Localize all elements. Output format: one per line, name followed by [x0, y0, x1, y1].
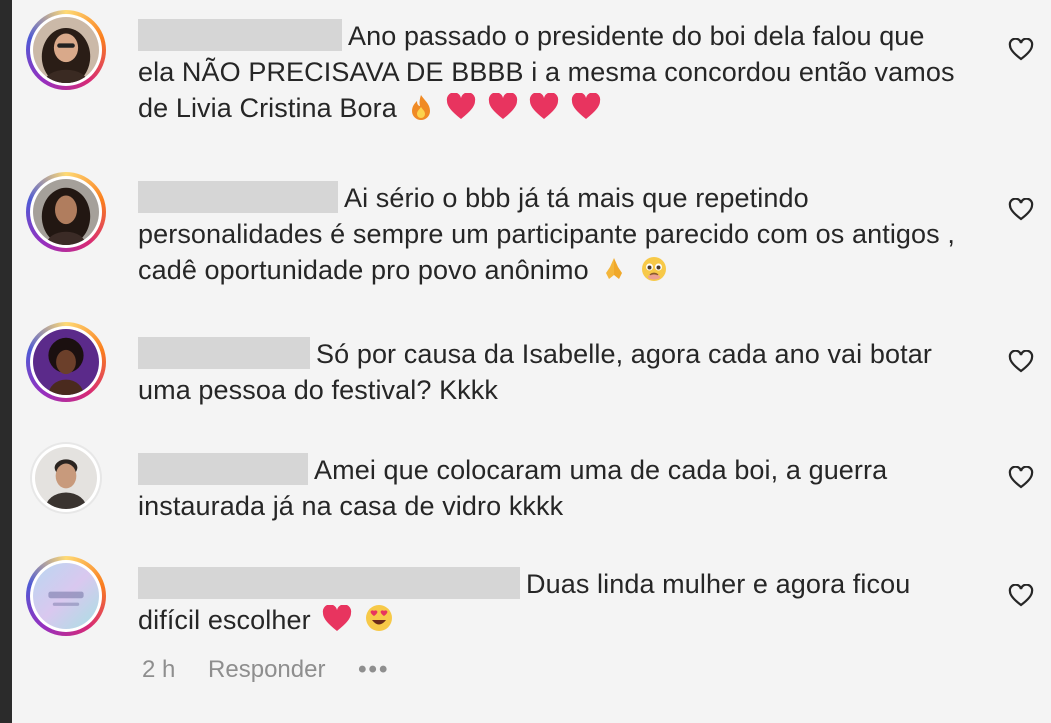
redacted-username[interactable]	[138, 453, 308, 485]
praying-hands-icon	[600, 255, 628, 283]
heart-icon	[529, 93, 559, 121]
reply-button[interactable]: Responder	[208, 656, 325, 684]
avatar[interactable]	[26, 322, 106, 402]
like-heart-icon[interactable]	[1008, 38, 1034, 62]
heart-eyes-icon	[364, 603, 394, 633]
avatar-photo-icon	[33, 17, 99, 83]
avatar[interactable]	[26, 172, 106, 252]
heart-icon	[446, 93, 476, 121]
avatar-photo-icon	[33, 563, 99, 629]
avatar[interactable]	[30, 442, 102, 514]
heart-icon	[571, 93, 601, 121]
like-heart-icon[interactable]	[1008, 584, 1034, 608]
redacted-username[interactable]	[138, 567, 520, 599]
redacted-username[interactable]	[138, 19, 342, 51]
redacted-username[interactable]	[138, 337, 310, 369]
more-options-icon[interactable]: •••	[358, 656, 389, 684]
avatar-photo-icon	[35, 447, 97, 509]
timestamp: 2 h	[142, 656, 176, 683]
avatar-photo-icon	[33, 179, 99, 245]
like-heart-icon[interactable]	[1008, 198, 1034, 222]
pleading-face-icon	[640, 255, 668, 283]
avatar-photo-icon	[33, 329, 99, 395]
window-edge	[0, 0, 12, 723]
fire-icon	[408, 93, 434, 121]
avatar[interactable]	[26, 556, 106, 636]
avatar[interactable]	[26, 10, 106, 90]
like-heart-icon[interactable]	[1008, 350, 1034, 374]
heart-icon	[322, 605, 352, 633]
heart-icon	[488, 93, 518, 121]
comment-meta: 2 h Responder •••	[142, 656, 415, 684]
like-heart-icon[interactable]	[1008, 466, 1034, 490]
redacted-username[interactable]	[138, 181, 338, 213]
